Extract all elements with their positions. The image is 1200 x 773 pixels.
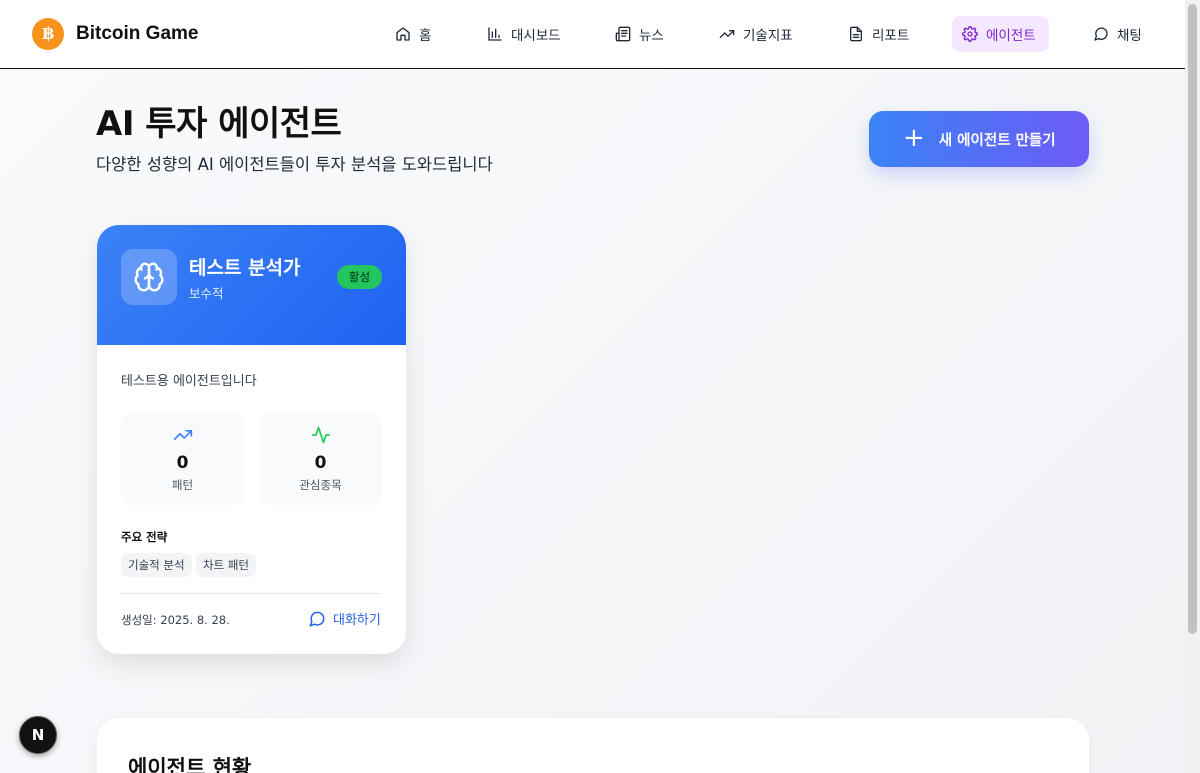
nav-item-label: 대시보드 [511, 28, 561, 44]
agent-card: 테스트 분석가 보수적 활성 테스트용 에이전트입니다 0 패턴 0 관심종목 … [97, 225, 406, 654]
gear-icon [962, 26, 978, 42]
nav-item-home[interactable]: 홈 [385, 16, 441, 52]
created-date: 생성일: 2025. 8. 28. [121, 613, 230, 627]
summary-title: 에이전트 현황 [128, 756, 252, 773]
nav-item-news[interactable]: 뉴스 [605, 16, 674, 52]
nav-item-agents[interactable]: 에이전트 [952, 16, 1049, 52]
new-agent-button-label: 새 에이전트 만들기 [938, 132, 1056, 149]
nav-item-label: 채팅 [1117, 28, 1142, 44]
nav-item-label: 리포트 [872, 28, 910, 44]
chat-with-agent-link[interactable]: 대화하기 [308, 609, 381, 628]
nav-item-indicators[interactable]: 기술지표 [709, 16, 803, 52]
stat-watchlist: 0 관심종목 [259, 413, 382, 505]
trending-up-icon [719, 29, 735, 38]
agent-name: 테스트 분석가 [189, 257, 301, 279]
brand[interactable]: ฿ Bitcoin Game [32, 18, 198, 50]
newspaper-icon [615, 26, 631, 42]
stat-label: 관심종목 [299, 478, 342, 492]
nav-item-label: 홈 [419, 28, 432, 44]
status-badge: 활성 [337, 265, 382, 289]
strategy-title: 주요 전략 [121, 530, 168, 544]
nav-item-label: 기술지표 [743, 28, 793, 44]
home-icon [396, 27, 410, 41]
strategy-tag: 기술적 분석 [121, 553, 192, 577]
page-subtitle: 다양한 성향의 AI 에이전트들이 투자 분석을 도와드립니다 [96, 155, 493, 174]
plus-icon: + [903, 122, 925, 153]
agent-card-header: 테스트 분석가 보수적 활성 [97, 225, 406, 345]
stat-label: 패턴 [171, 478, 194, 492]
agent-summary-panel: 에이전트 현황 [97, 718, 1089, 773]
nav-item-label: 에이전트 [986, 28, 1036, 44]
brain-icon [134, 262, 164, 292]
nav-item-reports[interactable]: 리포트 [838, 16, 919, 52]
page-title: AI 투자 에이전트 [96, 104, 342, 144]
new-agent-button[interactable]: + 새 에이전트 만들기 [869, 111, 1089, 167]
file-text-icon [850, 26, 862, 42]
stat-value: 0 [314, 453, 327, 473]
nav-item-dashboard[interactable]: 대시보드 [477, 16, 571, 52]
message-circle-icon [309, 611, 325, 626]
stat-value: 0 [176, 453, 189, 473]
agent-avatar [121, 249, 177, 305]
app-name: Bitcoin Game [76, 23, 199, 44]
bar-chart-icon [488, 27, 502, 41]
top-navbar: ฿ Bitcoin Game 홈 대시보드 뉴스 기술지표 리포트 에이전트 채… [0, 0, 1185, 69]
strategy-tag: 차트 패턴 [196, 553, 256, 577]
trending-up-icon [173, 430, 192, 440]
dev-tools-indicator[interactable]: N [19, 716, 57, 754]
chat-link-label: 대화하기 [333, 613, 381, 628]
scrollbar-thumb[interactable] [1188, 4, 1197, 634]
nav-item-chat[interactable]: 채팅 [1083, 16, 1152, 52]
message-circle-icon [1094, 27, 1108, 41]
nav-item-label: 뉴스 [639, 28, 664, 44]
bitcoin-logo-icon: ฿ [32, 18, 64, 50]
stat-patterns: 0 패턴 [121, 413, 244, 505]
activity-icon [311, 426, 330, 444]
agent-description: 테스트용 에이전트입니다 [121, 374, 257, 389]
divider [121, 593, 382, 594]
agent-type: 보수적 [189, 286, 224, 301]
